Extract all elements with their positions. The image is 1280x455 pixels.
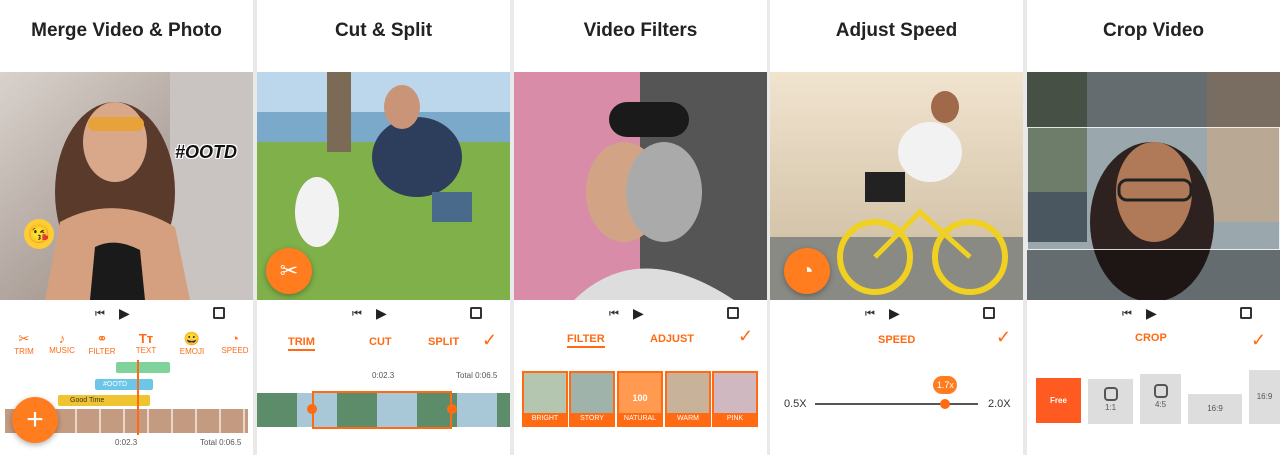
instagram-icon: [1153, 384, 1168, 398]
emoji-icon: 😀: [183, 331, 201, 346]
tab-split[interactable]: SPLIT: [428, 336, 459, 348]
ratio-4-5[interactable]: 4:5: [1140, 374, 1181, 424]
panel-title: Merge Video & Photo: [31, 20, 222, 41]
trim-selection[interactable]: [312, 391, 452, 429]
preview-photo: [1027, 72, 1280, 300]
filter-warm[interactable]: WARM: [665, 371, 711, 427]
instagram-icon: [1103, 387, 1118, 401]
confirm-check-icon[interactable]: ✓: [738, 326, 753, 347]
panel-cut: Cut & Split ✂ ⏮ ▶ TRIM CUT SPLIT ✓ 0:02.…: [257, 0, 510, 455]
preview-photo: ✂: [257, 72, 510, 300]
current-time: 0:02.3: [372, 371, 395, 380]
skip-back-icon[interactable]: ⏮: [352, 308, 362, 321]
tab-cut[interactable]: CUT: [369, 336, 392, 348]
fullscreen-icon[interactable]: [1240, 307, 1252, 319]
add-button[interactable]: +: [12, 397, 58, 443]
panel-title: Crop Video: [1103, 20, 1204, 41]
music-icon: ♪: [58, 331, 66, 346]
preview-photo: #OOTD 😘: [0, 72, 253, 300]
tool-trim[interactable]: ✂ TRIM: [10, 331, 38, 356]
skip-back-icon[interactable]: ⏮: [865, 308, 875, 321]
tool-speed[interactable]: ◔ SPEED: [221, 331, 249, 355]
speed-max-label: 2.0X: [988, 398, 1011, 410]
tool-emoji[interactable]: 😀 EMOJI: [178, 331, 206, 356]
player-controls: ⏮ ▶: [0, 305, 253, 325]
filter-story[interactable]: STORY: [569, 371, 615, 427]
tab-trim[interactable]: TRIM: [288, 336, 315, 351]
player-controls: ⏮ ▶: [514, 305, 767, 325]
speed-min-label: 0.5X: [784, 398, 807, 410]
ratio-16-9[interactable]: 16:9: [1188, 394, 1242, 424]
fullscreen-icon[interactable]: [213, 307, 225, 319]
panel-title: Adjust Speed: [835, 20, 958, 41]
preview-photo: ◔: [770, 72, 1023, 300]
text-track[interactable]: #OOTD: [95, 379, 153, 390]
speed-value-bubble: 1.7x: [933, 376, 958, 394]
play-icon[interactable]: ▶: [376, 305, 387, 322]
total-time: Total 0:06.5: [200, 438, 242, 447]
panel-merge: Merge Video & Photo #OOTD 😘 ⏮ ▶ ✂ TRIM ♪ M…: [0, 0, 253, 455]
player-controls: ⏮ ▶: [770, 305, 1023, 325]
ootd-sticker[interactable]: #OOTD: [175, 142, 237, 163]
tool-music[interactable]: ♪ MUSIC: [48, 331, 76, 355]
playhead[interactable]: [137, 360, 139, 435]
player-controls: ⏮ ▶: [1027, 305, 1280, 325]
confirm-check-icon[interactable]: ✓: [1251, 330, 1266, 351]
confirm-check-icon[interactable]: ✓: [482, 330, 497, 351]
fullscreen-icon[interactable]: [727, 307, 739, 319]
skip-back-icon[interactable]: ⏮: [609, 308, 619, 321]
skip-back-icon[interactable]: ⏮: [1122, 308, 1132, 321]
panel-speed: Adjust Speed ◔ ⏮ ▶ SPEED ✓ 0.5X 2.0X 1.7…: [770, 0, 1023, 455]
player-controls: ⏮ ▶: [257, 305, 510, 325]
total-time: Total 0:06.5: [456, 371, 498, 380]
preview-photo: [514, 72, 767, 300]
speed-icon: ◔: [231, 331, 239, 346]
play-icon[interactable]: ▶: [119, 305, 130, 322]
trim-handle-right[interactable]: [447, 404, 457, 414]
fullscreen-icon[interactable]: [470, 307, 482, 319]
filter-bright[interactable]: BRIGHT: [522, 371, 568, 427]
current-time: 0:02.3: [115, 438, 138, 447]
tab-speed[interactable]: SPEED: [878, 334, 915, 346]
scissors-icon[interactable]: ✂: [266, 248, 312, 294]
panel-filters: Video Filters ⏮ ▶ FILTER ADJUST ✓ BRIGHT…: [514, 0, 767, 455]
ratio-16-9-vertical[interactable]: 16:9: [1249, 370, 1280, 424]
panel-title: Video Filters: [583, 20, 698, 41]
text-icon: Tт: [138, 331, 154, 346]
scissors-icon: ✂: [18, 331, 30, 346]
confirm-check-icon[interactable]: ✓: [996, 327, 1011, 348]
panel-crop: Crop Video ⏮ ▶ CROP ✓ Free 1:1 4:5 16:9 …: [1027, 0, 1280, 455]
fullscreen-icon[interactable]: [983, 307, 995, 319]
play-icon[interactable]: ▶: [889, 305, 900, 322]
trim-handle-left[interactable]: [307, 404, 317, 414]
emoji-track[interactable]: [116, 362, 170, 373]
speed-slider-track[interactable]: [815, 403, 978, 405]
tab-adjust[interactable]: ADJUST: [650, 333, 694, 345]
tool-bar: ✂ TRIM ♪ MUSIC ⚭ FILTER Tт TEXT 😀 EMOJI ◔ SPEE…: [0, 331, 253, 357]
tab-crop[interactable]: CROP: [1135, 332, 1167, 344]
ratio-free[interactable]: Free: [1036, 378, 1081, 423]
tab-filter[interactable]: FILTER: [567, 333, 605, 348]
play-icon[interactable]: ▶: [633, 305, 644, 322]
tool-text[interactable]: Tт TEXT: [132, 331, 160, 355]
tool-filter[interactable]: ⚭ FILTER: [88, 331, 116, 356]
skip-back-icon[interactable]: ⏮: [95, 308, 105, 321]
speed-gauge-icon[interactable]: ◔: [784, 248, 830, 294]
filter-natural[interactable]: 100 NATURAL: [617, 371, 663, 427]
ratio-1-1[interactable]: 1:1: [1088, 379, 1133, 424]
panel-title: Cut & Split: [334, 20, 433, 41]
filter-icon: ⚭: [96, 331, 108, 346]
filter-pink[interactable]: PINK: [712, 371, 758, 427]
emoji-sticker[interactable]: 😘: [24, 219, 54, 249]
play-icon[interactable]: ▶: [1146, 305, 1157, 322]
crop-frame[interactable]: [1027, 127, 1280, 250]
filter-value: 100: [632, 393, 648, 403]
speed-slider-thumb[interactable]: [940, 399, 951, 409]
